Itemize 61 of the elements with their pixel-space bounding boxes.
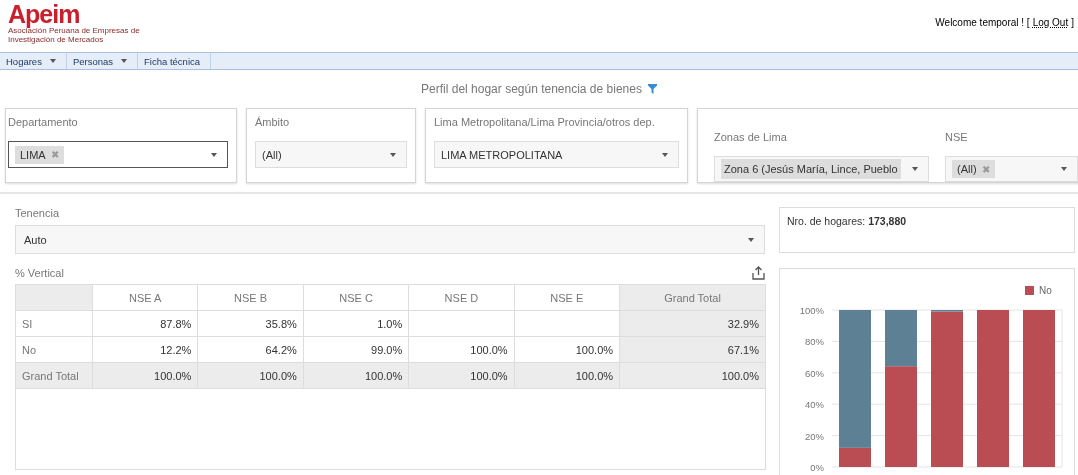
table-cell: 100.0% — [303, 362, 409, 389]
tenencia-label: Tenencia — [15, 207, 61, 219]
filter-label: Lima Metropolitana/Lima Provincia/otros dep. — [434, 116, 656, 128]
bracket-text: ] — [1071, 17, 1074, 28]
table-cell: 100.0% — [92, 362, 198, 389]
export-icon[interactable] — [752, 266, 765, 280]
row-header: No — [15, 336, 93, 363]
filter-label: Ámbito — [255, 116, 291, 128]
filter-label: Zonas de Lima — [714, 131, 788, 143]
table-cell: 100.0% — [514, 362, 620, 389]
selected-chip[interactable]: (All) ✖ — [952, 160, 995, 178]
welcome-text: Welcome temporal ! [ — [935, 17, 1030, 28]
row-header: Grand Total — [15, 362, 93, 389]
household-count: Nro. de hogares: 173,880 — [787, 215, 907, 227]
menu-item[interactable]: Personas — [66, 53, 139, 69]
table-cell: 100.0% — [514, 336, 620, 363]
filter-label: Departamento — [8, 116, 79, 128]
row-header: SI — [15, 310, 93, 337]
table-cell: 87.8% — [92, 310, 198, 337]
filter-dropdown[interactable]: (All) — [255, 141, 407, 168]
table-cell: 64.2% — [197, 336, 304, 363]
selected-value: Zona 6 (Jesús María, Lince, Pueblo — [721, 159, 901, 179]
column-header: NSE A — [92, 284, 198, 311]
column-header: Grand Total — [619, 284, 766, 311]
table-cell: 1.0% — [303, 310, 409, 337]
menu-item[interactable]: Hogares — [0, 53, 67, 69]
selected-chip[interactable]: LIMA ✖ — [15, 145, 64, 164]
axis-label: 80% — [805, 336, 824, 348]
selected-value: (All) — [262, 148, 282, 161]
menu-item[interactable]: Ficha técnica — [138, 53, 212, 69]
column-header: NSE D — [408, 284, 515, 311]
axis-label: 100% — [799, 305, 824, 316]
table-cell: 100.0% — [619, 362, 766, 389]
table-cell: 100.0% — [408, 362, 515, 389]
table-cell: 67.1% — [619, 336, 766, 363]
table-cell: 12.2% — [92, 336, 198, 363]
table-cell: 99.0% — [303, 336, 409, 363]
axis-label: 40% — [805, 399, 824, 411]
logo: Apeim — [8, 2, 81, 26]
filter-label: NSE — [945, 131, 969, 143]
selected-value: LIMA METROPOLITANA — [441, 148, 563, 161]
page-title: Perfil del hogar según tenencia de bienes — [421, 82, 642, 96]
filter-dropdown[interactable]: LIMA METROPOLITANA — [434, 141, 679, 168]
table-cell: 32.9% — [619, 310, 766, 337]
axis-label: 60% — [805, 367, 824, 379]
column-header: NSE B — [197, 284, 304, 311]
table-cell: 35.8% — [197, 310, 304, 337]
filter-icon[interactable] — [647, 84, 657, 94]
axis-label: 20% — [805, 430, 824, 442]
table-cell: 100.0% — [197, 362, 304, 389]
filter-dropdown[interactable]: Zona 6 (Jesús María, Lince, Pueblo — [714, 156, 929, 182]
axis-label: 0% — [810, 462, 824, 473]
table-cell: 100.0% — [408, 336, 515, 363]
column-header: NSE E — [514, 284, 620, 311]
table-title: % Vertical — [15, 267, 64, 279]
filter-dropdown[interactable]: (All) ✖ — [945, 156, 1078, 182]
legend-label: No — [1039, 285, 1052, 296]
column-header: NSE C — [303, 284, 409, 311]
filter-dropdown[interactable]: LIMA ✖ — [8, 141, 228, 168]
tenencia-dropdown[interactable]: Auto — [15, 225, 765, 254]
logout-link[interactable]: Log Out — [1032, 17, 1069, 28]
